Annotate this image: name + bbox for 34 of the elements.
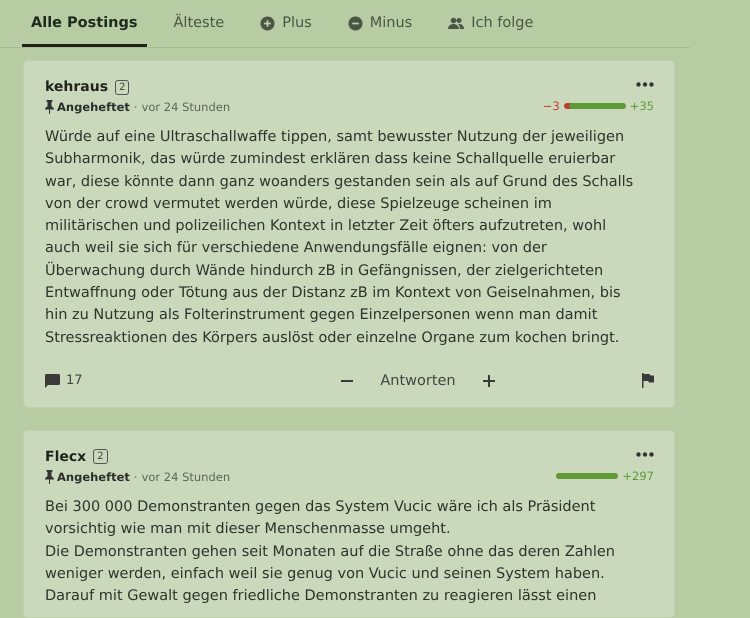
author-name[interactable]: kehraus bbox=[45, 79, 108, 95]
comment-icon bbox=[45, 374, 60, 388]
more-icon[interactable] bbox=[636, 82, 654, 87]
posting-text: Die Demonstranten gehen seit Monaten auf die Straße ohne das deren Zahlen weniger werden, einfach weil sie genug von Vucic und seinen System haben. bbox=[45, 542, 616, 584]
comment-count: 17 bbox=[66, 373, 83, 388]
posting-text: Darauf mit Gewalt gegen friedliche Demonstranten zu reagieren lässt einen bbox=[45, 587, 598, 606]
reply-button[interactable]: Antworten bbox=[374, 368, 462, 393]
people-icon bbox=[448, 16, 464, 30]
plus-circle-icon bbox=[260, 16, 276, 30]
rating-bar bbox=[556, 472, 618, 479]
separator-dot: · bbox=[134, 100, 138, 114]
minus-count: −3 bbox=[542, 99, 560, 113]
tab[interactable]: Minus bbox=[338, 4, 422, 47]
post-time: vor 24 Stunden bbox=[142, 100, 230, 114]
level-badge: 2 bbox=[115, 80, 130, 94]
pinned-label: Angeheftet bbox=[57, 470, 130, 484]
plus-count: +35 bbox=[630, 99, 654, 113]
author-name[interactable]: Flecx bbox=[45, 448, 86, 465]
level-badge: 2 bbox=[93, 449, 108, 464]
post-time: vor 24 Stunden bbox=[142, 470, 230, 484]
flag-icon[interactable] bbox=[640, 373, 654, 388]
tab[interactable]: Ich folge bbox=[439, 4, 542, 47]
plus-icon[interactable] bbox=[482, 374, 496, 388]
pinned-label: Angeheftet bbox=[57, 100, 130, 114]
posting-text: Würde auf eine Ultraschallwaffe tippen, samt bewusster Nutzung der jeweiligen Subharmonik, das würde zumindest erklären dass keine Schallquelle eruierbar war, diese könnte dann ganz woanders gestanden sein als auf Grund des Schalls von der crowd vermutet werden würde, diese Spielzeuge scheinen im militärischen und polizeilichen Kontext in letzter Zeit öfters aufzutreten, wohl auch weil sie sich für verschiedene Anwendungsfälle eignen: von der Überwachung durch Wände hindurch zB in Gefängnissen, der zielgerichteten Entwaffnung oder Tötung aus der Distanz zB im Kontext von Geiselnahmen, bis hin zu Nutzung als Folterinstrument gegen Einzelpersonen wenn man damit Stressreaktionen des Körpers auslöst oder einzelne Organe zum kochen bringt. bbox=[45, 128, 634, 348]
minus-circle-icon bbox=[348, 16, 363, 30]
tab[interactable]: Plus bbox=[251, 4, 321, 47]
tab[interactable]: Alle Postings bbox=[22, 4, 146, 47]
tab[interactable]: Älteste bbox=[164, 4, 234, 47]
plus-count: +297 bbox=[622, 468, 654, 483]
more-icon[interactable] bbox=[636, 452, 654, 457]
rating-bar bbox=[564, 103, 626, 109]
posting-text: Bei 300 000 Demonstranten gegen das System Vucic wäre ich als Präsident vorsichtig wie man mit dieser Menschenmasse umgeht. bbox=[45, 498, 596, 540]
separator-dot: · bbox=[134, 470, 138, 484]
